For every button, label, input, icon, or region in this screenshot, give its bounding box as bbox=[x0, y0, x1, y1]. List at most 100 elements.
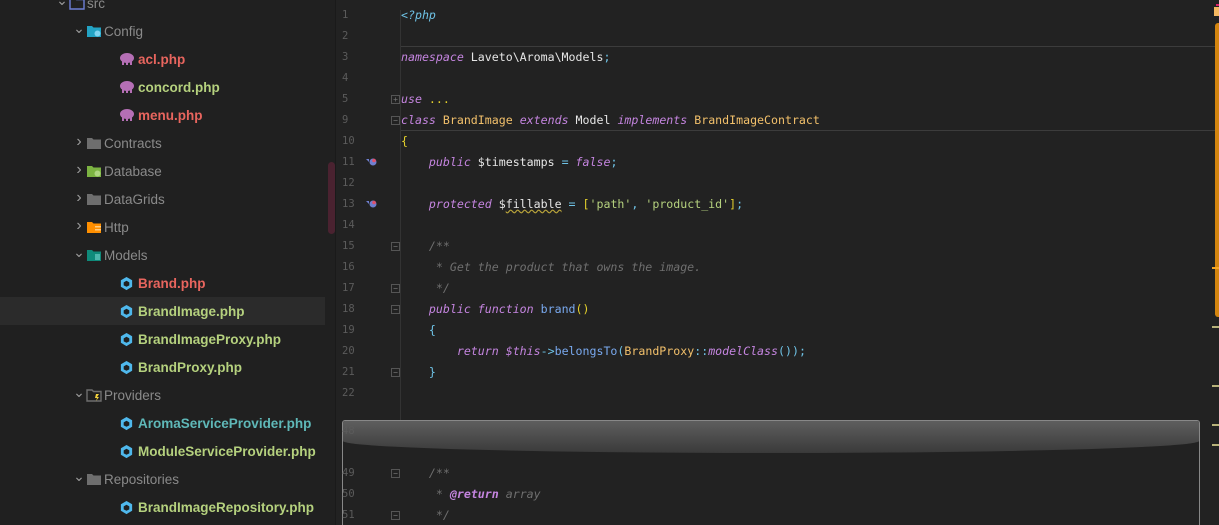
chevron-right-icon[interactable]: › bbox=[72, 133, 86, 151]
code-line[interactable]: 10 { bbox=[336, 131, 1219, 152]
fold-collapse-icon[interactable]: − bbox=[391, 284, 400, 293]
tree-item-moduleserviceprovider-php[interactable]: ModuleServiceProvider.php bbox=[0, 437, 325, 465]
inspection-status[interactable] bbox=[1214, 7, 1219, 16]
fold-expand-icon[interactable]: + bbox=[391, 95, 400, 104]
code-line[interactable]: 4 bbox=[336, 68, 1219, 89]
tree-item-models[interactable]: ⌄ Models bbox=[0, 241, 325, 269]
chevron-down-icon[interactable]: ⌄ bbox=[72, 468, 86, 485]
chevron-down-icon[interactable]: ⌄ bbox=[72, 384, 86, 401]
tree-item-brandimagerepository-php[interactable]: BrandImageRepository.php bbox=[0, 493, 325, 521]
tree-item-menu-php[interactable]: menu.php bbox=[0, 101, 325, 129]
override-icon[interactable] bbox=[366, 157, 377, 170]
code-line[interactable]: 3 namespace Laveto\Aroma\Models; bbox=[336, 47, 1219, 68]
tree-item-src[interactable]: ⌄ src bbox=[0, 0, 325, 17]
line-number[interactable]: 3 bbox=[342, 47, 366, 68]
chevron-down-icon[interactable]: ⌄ bbox=[55, 0, 69, 9]
tree-item-aromaserviceprovider-php[interactable]: AromaServiceProvider.php bbox=[0, 409, 325, 437]
tree-item-brandimage-php[interactable]: BrandImage.php bbox=[0, 297, 325, 325]
code-line[interactable]: 15 − /** bbox=[336, 236, 1219, 257]
code-line[interactable]: 11 public $timestamps = false; bbox=[336, 152, 1219, 173]
tree-item-contracts[interactable]: › Contracts bbox=[0, 129, 325, 157]
code-line[interactable]: 1 <?php bbox=[336, 5, 1219, 26]
change-marker[interactable] bbox=[1212, 424, 1219, 426]
line-number[interactable]: 10 bbox=[342, 131, 366, 152]
config-folder-icon bbox=[86, 24, 102, 38]
code-editor[interactable]: 1 <?php 2 3 namespace Laveto\Aroma\Models; 4 5… bbox=[336, 0, 1219, 525]
change-marker[interactable] bbox=[1212, 326, 1219, 328]
tree-item-brand-php[interactable]: Brand.php bbox=[0, 269, 325, 297]
code-line[interactable]: 2 bbox=[336, 26, 1219, 47]
line-number[interactable]: 5 bbox=[342, 89, 366, 110]
code-line[interactable]: 16 * Get the product that owns the image… bbox=[336, 257, 1219, 278]
line-number[interactable]: 11 bbox=[342, 152, 366, 173]
tree-item-database[interactable]: › Database bbox=[0, 157, 325, 185]
editor-scrollbar[interactable] bbox=[1215, 23, 1219, 317]
code-line[interactable]: 19 { bbox=[336, 320, 1219, 341]
tree-item-concord-php[interactable]: concord.php bbox=[0, 73, 325, 101]
code-line[interactable]: 17 − */ bbox=[336, 278, 1219, 299]
tree-item-config[interactable]: ⌄ Config bbox=[0, 17, 325, 45]
tree-item-label: DataGrids bbox=[104, 191, 165, 207]
line-number[interactable]: 9 bbox=[342, 110, 366, 131]
code-line[interactable]: 9 − class BrandImage extends Model impleme… bbox=[336, 110, 1219, 131]
tree-item-brandproxy-php[interactable]: BrandProxy.php bbox=[0, 353, 325, 381]
tree-item-repositories[interactable]: ⌄ Repositories bbox=[0, 465, 325, 493]
line-number[interactable]: 50 bbox=[342, 484, 366, 505]
line-number[interactable]: 20 bbox=[342, 341, 366, 362]
line-number[interactable]: 2 bbox=[342, 26, 366, 47]
php-elephant-icon bbox=[119, 52, 135, 66]
line-number[interactable]: 18 bbox=[342, 299, 366, 320]
tree-item-datagrids[interactable]: › DataGrids bbox=[0, 185, 325, 213]
fold-collapse-icon[interactable]: − bbox=[391, 305, 400, 314]
line-number[interactable]: 22 bbox=[342, 383, 366, 404]
fold-collapse-icon[interactable]: − bbox=[391, 116, 400, 125]
chevron-right-icon[interactable]: › bbox=[72, 217, 86, 235]
tree-item-brandimageproxy-php[interactable]: BrandImageProxy.php bbox=[0, 325, 325, 353]
code-line[interactable]: 18 − public function brand() bbox=[336, 299, 1219, 320]
code-line[interactable]: 13 protected $fillable = ['path', 'produ… bbox=[336, 194, 1219, 215]
code-line[interactable]: 51 − */ bbox=[336, 505, 1199, 525]
code-line[interactable]: 50 * @return array bbox=[336, 484, 1199, 505]
fold-collapse-icon[interactable]: − bbox=[391, 242, 400, 251]
code-line[interactable]: 21 − } bbox=[336, 362, 1219, 383]
line-number[interactable]: 51 bbox=[342, 505, 366, 525]
tree-item-http[interactable]: › Http bbox=[0, 213, 325, 241]
code-line[interactable]: 5 + use ... bbox=[336, 89, 1219, 110]
line-number[interactable]: 19 bbox=[342, 320, 366, 341]
code-line[interactable]: 20 return $this->belongsTo(BrandProxy::m… bbox=[336, 341, 1219, 362]
line-number[interactable]: 21 bbox=[342, 362, 366, 383]
chevron-right-icon[interactable]: › bbox=[72, 161, 86, 179]
tree-item-acl-php[interactable]: acl.php bbox=[0, 45, 325, 73]
line-number[interactable]: 16 bbox=[342, 257, 366, 278]
line-number[interactable]: 14 bbox=[342, 215, 366, 236]
code-line[interactable]: 14 bbox=[336, 215, 1219, 236]
fold-collapse-icon[interactable]: − bbox=[391, 368, 400, 377]
chevron-right-icon[interactable]: › bbox=[72, 189, 86, 207]
code-line[interactable]: 12 bbox=[336, 173, 1219, 194]
fold-collapse-icon[interactable]: − bbox=[391, 511, 400, 520]
code-line[interactable]: 22 bbox=[336, 383, 1219, 404]
code-token: 'path' bbox=[589, 197, 632, 211]
change-marker[interactable] bbox=[1212, 444, 1219, 446]
sidebar-scrollbar[interactable] bbox=[328, 162, 335, 234]
warning-marker[interactable] bbox=[1212, 267, 1219, 269]
line-number[interactable]: 12 bbox=[342, 173, 366, 194]
fold-collapse-icon[interactable]: − bbox=[391, 469, 400, 478]
tree-item-providers[interactable]: ⌄ Providers bbox=[0, 381, 325, 409]
code-token: use bbox=[401, 92, 422, 106]
line-number[interactable]: 4 bbox=[342, 68, 366, 89]
line-number[interactable]: 15 bbox=[342, 236, 366, 257]
line-number[interactable]: 13 bbox=[342, 194, 366, 215]
line-number[interactable]: 1 bbox=[342, 5, 366, 26]
chevron-down-icon[interactable]: ⌄ bbox=[72, 244, 86, 261]
line-number[interactable]: 49 bbox=[342, 463, 366, 484]
chevron-down-icon[interactable]: ⌄ bbox=[72, 20, 86, 37]
code-line[interactable]: 49 − /** bbox=[336, 463, 1199, 484]
code-token: Laveto\Aroma\Models bbox=[463, 50, 604, 64]
line-number[interactable]: 48 bbox=[342, 421, 366, 442]
override-icon[interactable] bbox=[366, 199, 377, 212]
code-line[interactable]: 48 bbox=[336, 421, 1199, 442]
line-number[interactable]: 17 bbox=[342, 278, 366, 299]
change-marker[interactable] bbox=[1212, 385, 1219, 387]
